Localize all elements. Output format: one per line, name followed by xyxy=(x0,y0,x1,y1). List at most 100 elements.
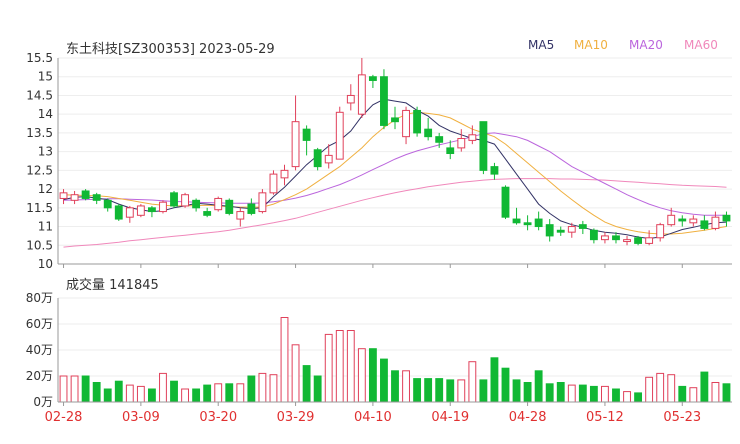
volume-bar xyxy=(501,367,510,403)
candle xyxy=(424,117,433,141)
candle xyxy=(357,58,366,118)
candle-body xyxy=(623,239,631,243)
volume-bar xyxy=(181,388,189,403)
legend-ma10: MA10 xyxy=(574,38,608,52)
kline-y-tick-label: 10.5 xyxy=(26,238,53,252)
volume-bar xyxy=(601,385,609,403)
volume-bar xyxy=(125,384,134,403)
legend-ma5: MA5 xyxy=(528,38,555,52)
candle xyxy=(258,189,267,214)
candle-body xyxy=(689,218,698,224)
volume-bar xyxy=(203,384,212,403)
candle-body xyxy=(567,226,576,233)
x-tick-label: 02-28 xyxy=(45,410,83,425)
volume-bar xyxy=(214,383,223,403)
volume-bar xyxy=(192,388,201,403)
x-tick-label: 04-10 xyxy=(354,410,392,425)
candle-body xyxy=(656,224,665,239)
volume-bar xyxy=(346,330,355,403)
volume-bar xyxy=(258,372,267,403)
volume-bar xyxy=(722,383,731,403)
candle-body xyxy=(302,128,311,141)
candle-body xyxy=(424,128,433,138)
volume-bar xyxy=(656,372,665,403)
volume-bar xyxy=(247,375,256,403)
legend-ma20: MA20 xyxy=(629,38,663,52)
volume-bar xyxy=(357,348,366,403)
candle-body xyxy=(280,169,289,179)
volume-bar xyxy=(81,375,90,403)
candle-body xyxy=(601,235,609,241)
candle-body xyxy=(159,201,167,213)
candle xyxy=(247,198,256,216)
candle-body xyxy=(722,214,731,222)
volume-y-tick-label: 60万 xyxy=(26,317,53,331)
candle xyxy=(181,192,189,208)
volume-bar xyxy=(103,388,112,403)
volume-bar xyxy=(291,344,300,403)
kline-y-tick-label: 11 xyxy=(38,220,53,234)
candle-body xyxy=(556,229,565,233)
candle xyxy=(302,125,311,156)
kline-y-tick-label: 13.5 xyxy=(26,126,53,140)
candle xyxy=(203,207,212,218)
candle-body xyxy=(247,203,256,214)
candle-body xyxy=(236,211,245,220)
volume-bar xyxy=(380,358,388,403)
volume-bar xyxy=(368,348,377,403)
volume-bar xyxy=(556,382,565,403)
candle xyxy=(545,219,554,242)
candle xyxy=(70,190,79,205)
candle-body xyxy=(391,117,399,123)
volume-bar xyxy=(435,378,444,403)
x-tick-label: 03-09 xyxy=(122,410,160,425)
candle-body xyxy=(578,224,587,229)
x-tick-label: 05-23 xyxy=(663,410,701,425)
candle-body xyxy=(523,222,532,226)
candle-body xyxy=(203,211,212,216)
candle-body xyxy=(711,216,720,229)
volume-bar xyxy=(612,388,620,403)
volume-bar xyxy=(269,374,278,403)
candle-body xyxy=(457,138,466,149)
chart-canvas: 10 10.5 11 11.5 12 12.5 13 13.5 14 14.5 15 15.5 0万 20… xyxy=(26,51,732,425)
candle xyxy=(391,106,399,130)
candle xyxy=(523,215,532,231)
volume-bar xyxy=(225,383,234,403)
volume-bar xyxy=(114,380,123,403)
ma10-line xyxy=(63,111,727,235)
candle-body xyxy=(324,154,333,164)
candle-body xyxy=(103,199,112,209)
volume-bar xyxy=(147,388,156,403)
candle-body xyxy=(446,147,455,155)
candle-body xyxy=(136,205,145,216)
candle xyxy=(114,204,123,221)
candle xyxy=(81,189,90,201)
candle xyxy=(136,204,145,218)
volume-bar xyxy=(634,392,643,403)
candle xyxy=(578,220,587,235)
candle xyxy=(413,106,422,137)
volume-y-tick-label: 20万 xyxy=(26,369,53,383)
candle-body xyxy=(380,76,388,126)
kline-y-tick-label: 10 xyxy=(38,257,53,271)
candle-body xyxy=(589,229,598,241)
candle xyxy=(490,162,499,180)
candle-body xyxy=(225,199,234,214)
volume-bar xyxy=(645,376,654,403)
candle xyxy=(722,211,731,227)
candle-body xyxy=(170,192,178,207)
kline-y-tick-label: 15.5 xyxy=(26,51,53,65)
candle-body xyxy=(59,192,68,199)
volume-bar xyxy=(545,383,554,403)
candle xyxy=(556,226,565,236)
volume-bars xyxy=(59,317,731,403)
volume-bar xyxy=(313,375,322,403)
candle-body xyxy=(468,134,477,141)
volume-bar xyxy=(335,330,344,403)
candle xyxy=(280,164,289,186)
candle xyxy=(534,211,543,231)
candle xyxy=(225,198,234,216)
candle-body xyxy=(501,186,510,218)
candle-body xyxy=(534,218,543,228)
